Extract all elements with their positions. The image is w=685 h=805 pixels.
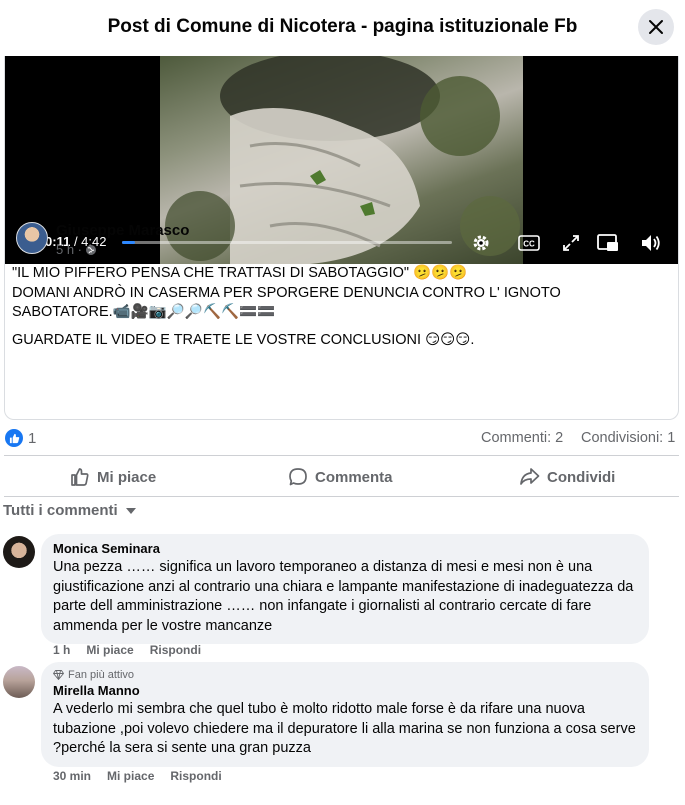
- post-text-line: GUARDATE IL VIDEO E TRAETE LE VOSTRE CON…: [12, 331, 475, 348]
- post-text: "IL MIO PIFFERO PENSA CHE TRATTASI DI SA…: [12, 264, 662, 350]
- share-button[interactable]: Condividi: [519, 458, 615, 496]
- commenter-avatar[interactable]: [3, 666, 35, 698]
- close-icon: [649, 20, 663, 34]
- comment-meta: 30 min Mi piace Rispondi: [53, 769, 222, 783]
- globe-icon: [86, 244, 97, 255]
- shares-count[interactable]: Condivisioni: 1: [581, 430, 675, 446]
- comments-filter-label: Tutti i commenti: [3, 502, 118, 519]
- comment-item: Monica Seminara Una pezza …… significa u…: [0, 534, 685, 660]
- dialog-title: Post di Comune di Nicotera - pagina isti…: [107, 16, 578, 37]
- like-reaction-badge[interactable]: [5, 429, 23, 447]
- like-button[interactable]: Mi piace: [70, 458, 156, 496]
- author-avatar[interactable]: [16, 222, 48, 254]
- comment-button[interactable]: Commenta: [288, 458, 393, 496]
- fan-badge: Fan più attivo: [53, 669, 637, 681]
- dialog-header: Post di Comune di Nicotera - pagina isti…: [0, 0, 685, 56]
- post-meta: 5 h ·: [56, 242, 97, 257]
- comment-text: A vederlo mi sembra che quel tubo è molt…: [53, 701, 636, 756]
- comment-icon: [289, 468, 307, 486]
- comment-time[interactable]: 30 min: [53, 769, 91, 783]
- post-actions: Mi piace Commenta Condividi: [0, 458, 685, 496]
- post-author-row: Giuseppe Marasco 5 h ·: [16, 220, 656, 257]
- thumbs-up-icon: [9, 433, 19, 443]
- comments-count[interactable]: Commenti: 2: [481, 430, 563, 446]
- comment-button-label: Commenta: [315, 468, 393, 486]
- comments-filter[interactable]: Tutti i commenti: [3, 502, 136, 519]
- divider: [4, 455, 679, 456]
- post-stats: 1 Commenti: 2 Condivisioni: 1: [0, 428, 685, 450]
- like-count[interactable]: 1: [28, 430, 36, 447]
- comment-time[interactable]: 1 h: [53, 643, 70, 657]
- share-button-label: Condividi: [547, 468, 616, 486]
- comment-bubble: Fan più attivo Mirella Manno A vederlo m…: [41, 662, 649, 767]
- comment-reply-button[interactable]: Rispondi: [150, 643, 201, 657]
- commenter-name[interactable]: Monica Seminara: [53, 541, 637, 556]
- comment-like-button[interactable]: Mi piace: [86, 643, 133, 657]
- close-button[interactable]: [638, 9, 674, 45]
- like-button-label: Mi piace: [97, 468, 157, 486]
- comment-item: Fan più attivo Mirella Manno A vederlo m…: [0, 662, 685, 788]
- fan-badge-label: Fan più attivo: [68, 669, 135, 681]
- comment-meta: 1 h Mi piace Rispondi: [53, 643, 201, 657]
- caret-down-icon: [125, 507, 136, 514]
- commenter-avatar[interactable]: [3, 536, 35, 568]
- commenter-name[interactable]: Mirella Manno: [53, 683, 637, 698]
- author-name[interactable]: Giuseppe Marasco: [56, 222, 189, 239]
- comment-text: Una pezza …… significa un lavoro tempora…: [53, 559, 634, 634]
- thumbs-up-icon: [71, 468, 89, 486]
- share-icon: [520, 468, 540, 485]
- post-text-line: "IL MIO PIFFERO PENSA CHE TRATTASI DI SA…: [12, 265, 468, 281]
- post-time[interactable]: 5 h ·: [56, 242, 82, 257]
- divider: [4, 496, 679, 497]
- diamond-icon: [53, 670, 64, 680]
- post-text-line: DOMANI ANDRÒ IN CASERMA PER SPORGERE DEN…: [12, 284, 561, 321]
- comment-bubble: Monica Seminara Una pezza …… significa u…: [41, 534, 649, 644]
- comment-reply-button[interactable]: Rispondi: [170, 769, 221, 783]
- comment-like-button[interactable]: Mi piace: [107, 769, 154, 783]
